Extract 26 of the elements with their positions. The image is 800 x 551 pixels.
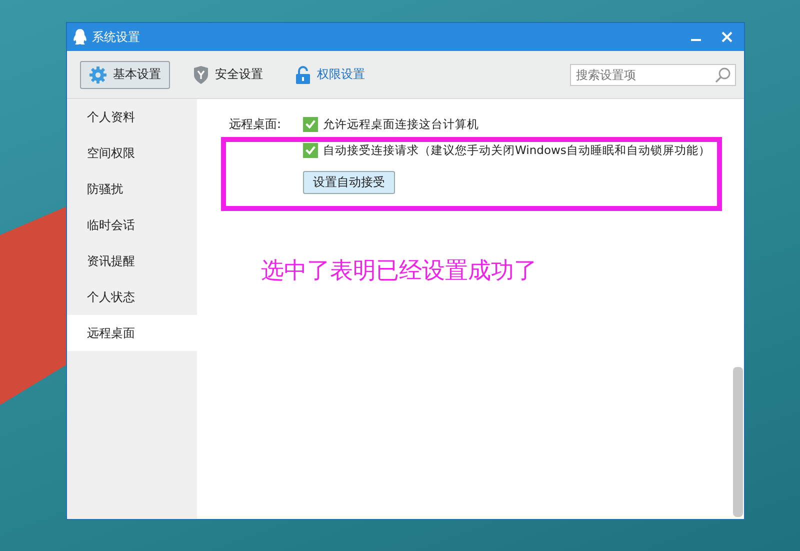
sidebar-item[interactable]: 防骚扰	[67, 171, 197, 207]
sidebar-item[interactable]: 个人状态	[67, 279, 197, 315]
section-label: 远程桌面:	[229, 116, 282, 133]
settings-tab[interactable]: 权限设置	[286, 60, 374, 88]
lock-icon	[295, 66, 311, 84]
sidebar-item[interactable]: 个人资料	[67, 99, 197, 135]
search-field[interactable]: 搜索设置项	[570, 64, 736, 86]
settings-tab[interactable]: 基本设置	[80, 60, 170, 88]
auto-accept-button[interactable]: 设置自动接受	[303, 171, 396, 194]
sidebar-item[interactable]: 远程桌面	[67, 315, 197, 351]
sidebar-item[interactable]: 空间权限	[67, 135, 197, 171]
annotation-text: 选中了表明已经设置成功了	[261, 257, 537, 286]
sidebar-item[interactable]: 临时会话	[67, 207, 197, 243]
close-icon[interactable]	[721, 31, 733, 43]
search-icon	[715, 66, 731, 82]
checkbox-label: 允许远程桌面连接这台计算机	[323, 116, 480, 132]
settings-tab[interactable]: 安全设置	[184, 60, 272, 88]
scrollbar-thumb[interactable]	[733, 367, 743, 517]
gear-icon	[89, 66, 107, 84]
penguin-icon	[73, 29, 87, 45]
checkbox[interactable]	[303, 142, 318, 158]
checkbox-label: 自动接受连接请求（建议您手动关闭Windows自动睡眠和自动锁屏功能）	[323, 142, 710, 158]
shield-icon	[193, 66, 209, 84]
checkbox[interactable]	[303, 116, 318, 132]
sidebar-item[interactable]: 资讯提醒	[67, 243, 197, 279]
window-title: 系统设置	[92, 28, 140, 46]
